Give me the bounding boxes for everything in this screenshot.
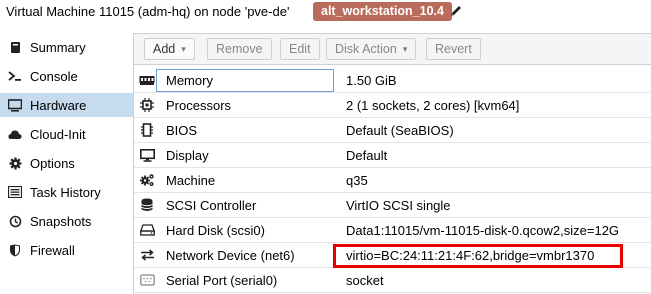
history-icon	[8, 214, 22, 228]
add-button-label: Add	[153, 42, 176, 56]
row-name: Memory	[166, 73, 213, 88]
sidebar-item-label: Summary	[30, 40, 86, 55]
edit-button-label: Edit	[289, 42, 311, 56]
sidebar-item-label: Hardware	[30, 98, 87, 113]
revert-button-label: Revert	[435, 42, 472, 56]
pencil-icon[interactable]	[449, 4, 463, 18]
shield-icon	[8, 243, 22, 257]
revert-button[interactable]: Revert	[426, 38, 481, 60]
table-row[interactable]: Display Default	[134, 143, 651, 168]
row-value: 1.50 GiB	[346, 73, 397, 88]
highlight-box	[333, 244, 623, 268]
cpu-icon	[139, 98, 155, 112]
disk-action-label: Disk Action	[335, 42, 397, 56]
sidebar-item-snapshots[interactable]: Snapshots	[0, 209, 133, 233]
list-icon	[8, 185, 22, 199]
sidebar-item-console[interactable]: Console	[0, 64, 133, 88]
row-name: Display	[166, 148, 209, 163]
sidebar-item-summary[interactable]: Summary	[0, 35, 133, 59]
terminal-icon	[8, 69, 22, 83]
gear-icon	[8, 156, 22, 170]
row-value: VirtIO SCSI single	[346, 198, 451, 213]
remove-button-label: Remove	[216, 42, 263, 56]
title-bar: Virtual Machine 11015 (adm-hq) on node '…	[0, 0, 651, 24]
add-button[interactable]: Add ▾	[144, 38, 195, 60]
exchange-icon	[139, 248, 155, 262]
table-row[interactable]: Hard Disk (scsi0) Data1:11015/vm-11015-d…	[134, 218, 651, 243]
row-value: q35	[346, 173, 368, 188]
table-row[interactable]: Machine q35	[134, 168, 651, 193]
sidebar-item-label: Options	[30, 156, 75, 171]
book-icon	[8, 40, 22, 54]
sidebar-item-label: Console	[30, 69, 78, 84]
hdd-icon	[139, 223, 155, 237]
sidebar-item-cloud-init[interactable]: Cloud-Init	[0, 122, 133, 146]
disk-action-button[interactable]: Disk Action ▾	[326, 38, 417, 60]
chevron-down-icon: ▾	[402, 43, 408, 54]
sidebar-item-label: Task History	[30, 185, 101, 200]
monitor-icon	[8, 98, 22, 112]
sidebar-item-label: Snapshots	[30, 214, 92, 229]
row-name: SCSI Controller	[166, 198, 257, 213]
row-name: BIOS	[166, 123, 198, 138]
database-icon	[139, 198, 155, 212]
table-row[interactable]: Network Device (net6) virtio=BC:24:11:21…	[134, 243, 651, 268]
row-name: Processors	[166, 98, 232, 113]
remove-button[interactable]: Remove	[207, 38, 272, 60]
sidebar: Summary Console Hardware Cloud-Init Opti…	[0, 33, 133, 294]
sidebar-item-options[interactable]: Options	[0, 151, 133, 175]
sidebar-item-hardware[interactable]: Hardware	[0, 93, 133, 117]
memory-icon	[139, 73, 155, 87]
cloud-icon	[8, 127, 22, 141]
sidebar-item-label: Firewall	[30, 243, 75, 258]
row-value: 2 (1 sockets, 2 cores) [kvm64]	[346, 98, 520, 113]
row-value: socket	[346, 273, 384, 288]
table-row[interactable]: Processors 2 (1 sockets, 2 cores) [kvm64…	[134, 93, 651, 118]
chevron-down-icon: ▾	[181, 43, 186, 54]
table-row[interactable]: Memory 1.50 GiB	[134, 68, 651, 93]
table-row[interactable]: SCSI Controller VirtIO SCSI single	[134, 193, 651, 218]
page-title: Virtual Machine 11015 (adm-hq) on node '…	[6, 4, 290, 19]
serial-icon	[139, 273, 155, 287]
row-value: Default (SeaBIOS)	[346, 123, 454, 138]
sidebar-item-label: Cloud-Init	[30, 127, 86, 142]
row-name: Network Device (net6)	[166, 248, 295, 263]
sidebar-item-firewall[interactable]: Firewall	[0, 238, 133, 262]
table-row[interactable]: BIOS Default (SeaBIOS)	[134, 118, 651, 143]
sidebar-item-task-history[interactable]: Task History	[0, 180, 133, 204]
hardware-panel: Add ▾ Remove Edit Disk Action ▾ Revert M…	[133, 33, 651, 294]
toolbar: Add ▾ Remove Edit Disk Action ▾ Revert	[134, 33, 651, 65]
desktop-icon	[139, 148, 155, 162]
row-name: Hard Disk (scsi0)	[166, 223, 265, 238]
cogs-icon	[139, 173, 155, 187]
row-name: Machine	[166, 173, 216, 188]
row-name: Serial Port (serial0)	[166, 273, 278, 288]
chip-icon	[139, 123, 155, 137]
row-value: Default	[346, 148, 388, 163]
edit-button[interactable]: Edit	[280, 38, 320, 60]
row-value: Data1:11015/vm-11015-disk-0.qcow2,size=1…	[346, 223, 620, 238]
table-row[interactable]: Serial Port (serial0) socket	[134, 268, 651, 293]
vm-tag-badge[interactable]: alt_workstation_10.4	[313, 2, 452, 21]
